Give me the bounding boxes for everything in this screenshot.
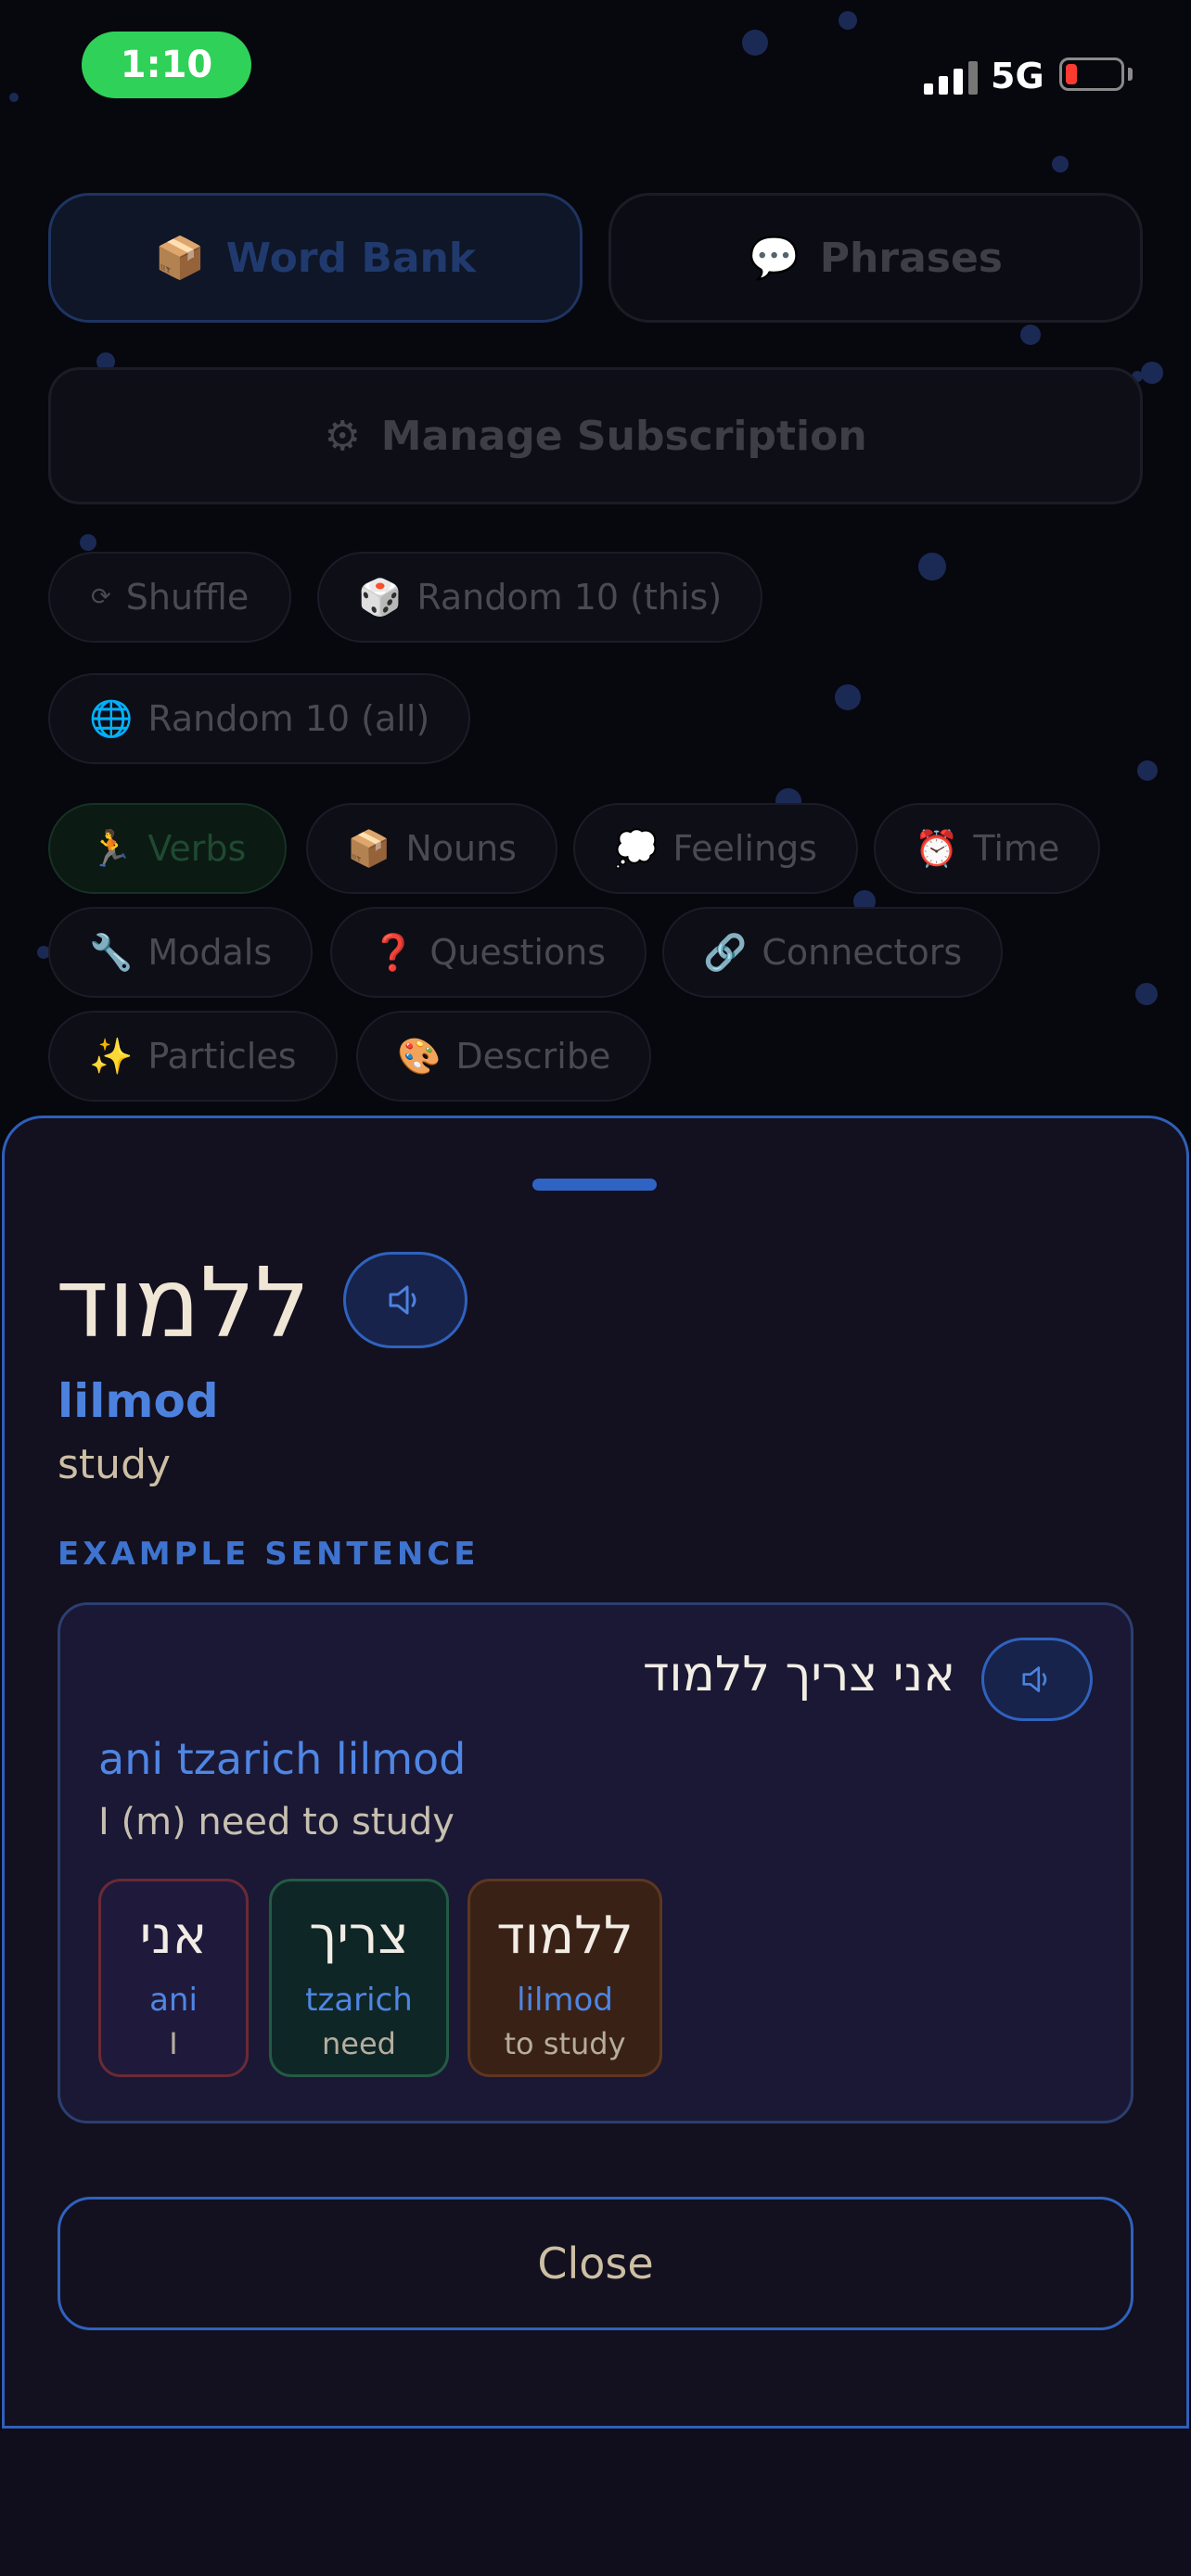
hebrew-word: ללמוד [56,1246,310,1359]
speech-bubble-icon: 💬 [749,235,800,282]
category-modals[interactable]: 🔧 Modals [48,907,314,998]
example-transliteration: ani tzarich lilmod [98,1734,467,1784]
shuffle-button[interactable]: ⟳ Shuffle [48,552,292,643]
word-chip[interactable]: צריך tzarich need [269,1879,449,2077]
category-connectors[interactable]: 🔗 Connectors [662,907,1004,998]
category-particles[interactable]: ✨ Particles [48,1011,338,1102]
phrases-label: Phrases [819,234,1003,282]
word-chip[interactable]: אני ani I [98,1879,249,2077]
category-describe[interactable]: 🎨 Describe [356,1011,652,1102]
category-feelings[interactable]: 💭 Feelings [573,803,858,894]
wrench-icon: 🔧 [89,931,134,973]
category-nouns[interactable]: 📦 Nouns [306,803,557,894]
alarm-clock-icon: ⏰ [915,827,959,869]
gear-icon: ⚙ [324,412,361,460]
word-transliteration: lilmod [58,1374,219,1428]
close-button[interactable]: Close [58,2197,1133,2330]
sheet-drag-handle[interactable] [532,1179,657,1191]
link-icon: 🔗 [703,931,748,973]
random-this-button[interactable]: 🎲 Random 10 (this) [317,552,763,643]
example-hebrew: אני צריך ללמוד [642,1647,955,1702]
manage-subscription-label: Manage Subscription [380,412,867,460]
thought-bubble-icon: 💭 [614,827,659,869]
phrases-button[interactable]: 💬 Phrases [608,193,1143,323]
globe-icon: 🌐 [89,697,134,739]
speaker-icon [1022,1666,1047,1692]
background-app: 📦 Word Bank 💬 Phrases ⚙ Manage Subscript… [0,0,1191,1113]
example-meaning: I (m) need to study [98,1801,455,1843]
sparkles-icon: ✨ [89,1035,134,1077]
speaker-icon [389,1285,416,1315]
category-questions[interactable]: ❓ Questions [330,907,647,998]
manage-subscription-button[interactable]: ⚙ Manage Subscription [48,367,1143,504]
word-chip[interactable]: ללמוד lilmod to study [467,1879,662,2077]
word-audio-button[interactable] [343,1252,467,1348]
word-bank-button[interactable]: 📦 Word Bank [48,193,583,323]
random-all-button[interactable]: 🌐 Random 10 (all) [48,673,471,764]
shuffle-icon: ⟳ [91,583,111,611]
word-bank-label: Word Bank [225,234,477,282]
question-mark-icon: ❓ [371,931,416,973]
package-icon: 📦 [347,827,391,869]
example-audio-button[interactable] [981,1638,1093,1721]
word-meaning: study [58,1441,172,1488]
dice-icon: 🎲 [358,576,403,618]
category-time[interactable]: ⏰ Time [874,803,1101,894]
palette-icon: 🎨 [397,1035,442,1077]
package-icon: 📦 [154,235,206,282]
example-section-label: EXAMPLE SENTENCE [58,1536,480,1573]
category-verbs[interactable]: 🏃 Verbs [48,803,288,894]
sheet-bottom-area [0,2429,1191,2576]
runner-icon: 🏃 [89,827,134,869]
